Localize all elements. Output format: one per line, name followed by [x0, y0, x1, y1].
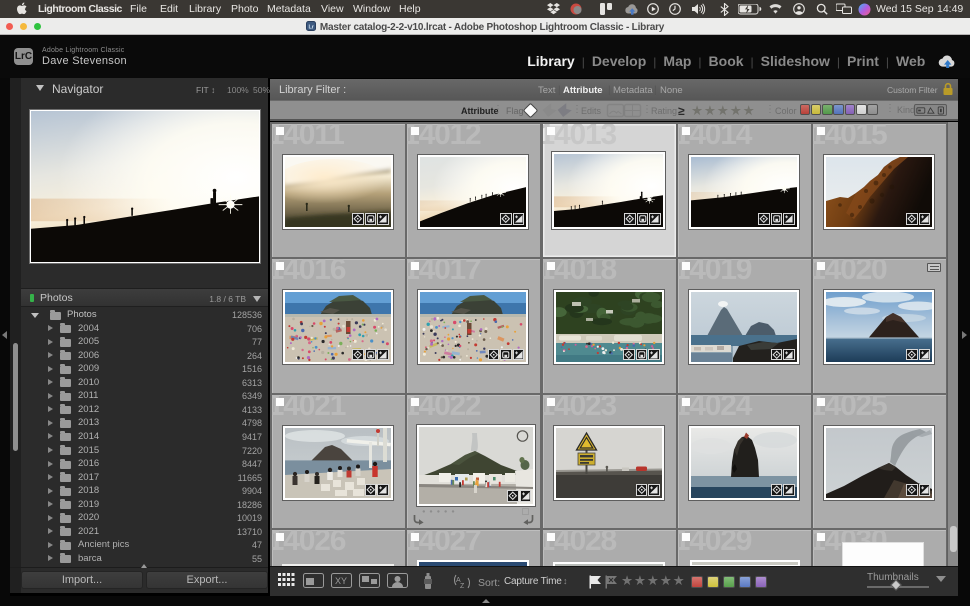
svg-text:Z: Z [460, 583, 465, 590]
svg-text:XY: XY [335, 576, 347, 586]
